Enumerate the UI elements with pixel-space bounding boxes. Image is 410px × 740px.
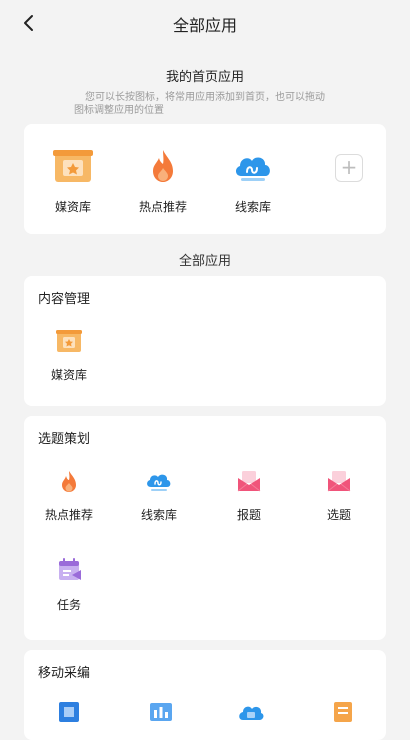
mobile-app-icon-3[interactable] xyxy=(236,700,266,724)
clue-library-icon xyxy=(147,474,171,491)
section-title: 内容管理 xyxy=(38,292,91,307)
section-content-management: 内容管理 媒资库 xyxy=(24,276,386,406)
hot-recommend-icon xyxy=(62,471,76,492)
home-app-hot-recommend[interactable]: 热点推荐 xyxy=(118,146,208,215)
hot-recommend-icon xyxy=(153,150,173,182)
page-title: 全部应用 xyxy=(172,16,237,35)
mobile-app-icon-2[interactable] xyxy=(146,700,176,724)
app-header: 全部应用 xyxy=(0,0,410,46)
section-title: 选题策划 xyxy=(38,432,91,447)
select-topic-icon xyxy=(327,471,351,492)
home-apps-title: 我的首页应用 xyxy=(165,70,244,85)
app-report-topic[interactable]: 报题 xyxy=(204,468,294,523)
add-app-button[interactable]: + xyxy=(335,154,363,182)
task-icon xyxy=(59,558,81,580)
home-apps-card: 媒资库 热点推荐 线索库 + xyxy=(24,124,386,234)
home-app-clue-library[interactable]: 线索库 xyxy=(208,146,298,215)
home-app-media-library[interactable]: 媒资库 xyxy=(28,146,118,215)
home-apps-header: 我的首页应用 您可以长按图标，将常用应用添加到首页，也可以拖动 图标调整应用的位… xyxy=(0,52,410,117)
section-title: 移动采编 xyxy=(38,666,91,681)
app-clue-library[interactable]: 线索库 xyxy=(114,468,204,523)
app-hot-recommend[interactable]: 热点推荐 xyxy=(24,468,114,523)
app-media-library[interactable]: 媒资库 xyxy=(24,328,114,383)
section-mobile-editing: 移动采编 xyxy=(24,650,386,740)
app-select-topic[interactable]: 选题 xyxy=(294,468,384,523)
app-task[interactable]: 任务 xyxy=(24,556,114,613)
home-apps-description: 您可以长按图标，将常用应用添加到首页，也可以拖动 图标调整应用的位置 xyxy=(74,92,325,116)
clue-library-icon xyxy=(235,157,270,181)
media-library-icon xyxy=(56,330,82,352)
report-topic-icon xyxy=(237,471,261,492)
mobile-app-icon-4[interactable] xyxy=(328,700,358,724)
section-topic-planning: 选题策划 热点推荐 线索库 报题 选题 任务 xyxy=(24,416,386,640)
all-apps-label: 全部应用 xyxy=(178,254,231,269)
mobile-app-icon-1[interactable] xyxy=(54,700,84,724)
media-library-icon xyxy=(53,150,93,182)
